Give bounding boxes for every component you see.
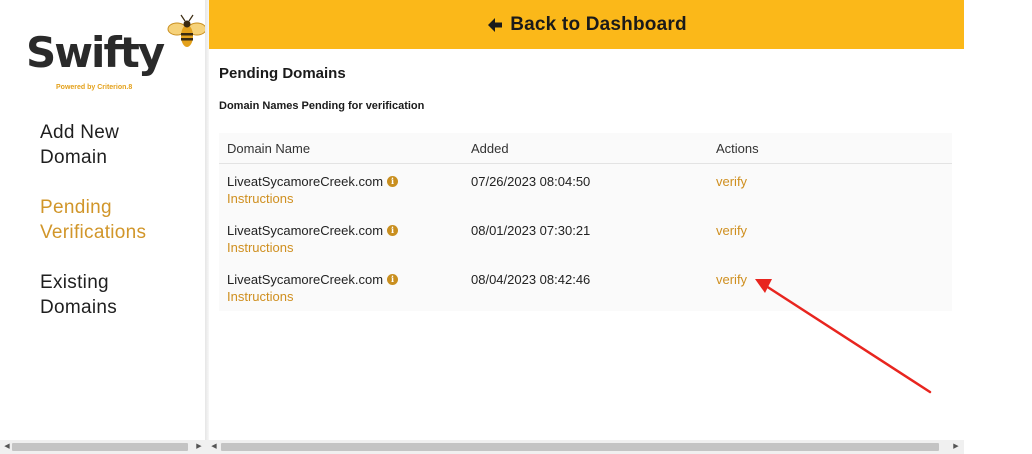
scrollbar-thumb[interactable] — [12, 443, 188, 451]
sidebar-item-pending-verifications[interactable]: Pending Verifications — [40, 195, 200, 245]
verify-link[interactable]: verify — [716, 174, 747, 189]
added-timestamp: 07/26/2023 08:04:50 — [471, 174, 591, 189]
info-icon[interactable]: i — [387, 274, 399, 285]
info-icon[interactable]: i — [387, 176, 399, 187]
sidebar-nav: Add New Domain Pending Verifications Exi… — [40, 120, 200, 345]
main-panel: Back to Dashboard Pending Domains Domain… — [209, 0, 964, 440]
swifty-logo[interactable]: Swifty Powered by Criterion.8 — [26, 14, 211, 96]
bee-icon — [167, 14, 207, 47]
page-title: Pending Domains — [219, 65, 346, 82]
table-row: LiveatSycamoreCreek.com i Instructions 0… — [219, 213, 952, 262]
logo-tagline: Powered by Criterion.8 — [56, 84, 133, 91]
page-subtitle: Domain Names Pending for verification — [219, 100, 425, 112]
pending-domains-table: Domain Name Added Actions LiveatSycamore… — [219, 133, 952, 311]
sidebar-item-add-new-domain[interactable]: Add New Domain — [40, 120, 200, 170]
table-header: Domain Name Added Actions — [219, 133, 952, 164]
domain-name: LiveatSycamoreCreek.com — [227, 223, 384, 238]
sidebar: Swifty Powered by Criterion.8 Add New Do… — [0, 0, 207, 440]
column-header-added: Added — [471, 141, 509, 156]
column-header-actions: Actions — [716, 141, 759, 156]
domain-name: LiveatSycamoreCreek.com — [227, 174, 384, 189]
column-header-domain-name: Domain Name — [227, 141, 311, 156]
sidebar-horizontal-scrollbar[interactable]: ◀ ▶ — [0, 440, 207, 454]
scroll-right-icon[interactable]: ▶ — [194, 442, 204, 452]
domain-name: LiveatSycamoreCreek.com — [227, 272, 384, 287]
table-row: LiveatSycamoreCreek.com i Instructions 0… — [219, 262, 952, 311]
scrollbar-thumb[interactable] — [221, 443, 939, 451]
instructions-link[interactable]: Instructions — [227, 240, 398, 255]
instructions-link[interactable]: Instructions — [227, 289, 398, 304]
back-to-dashboard-label: Back to Dashboard — [510, 13, 687, 35]
added-timestamp: 08/04/2023 08:42:46 — [471, 272, 591, 287]
instructions-link[interactable]: Instructions — [227, 191, 398, 206]
scroll-left-icon[interactable]: ◀ — [2, 442, 12, 452]
main-horizontal-scrollbar[interactable]: ◀ ▶ — [207, 440, 964, 454]
back-to-dashboard-button[interactable]: Back to Dashboard — [209, 0, 964, 49]
info-icon[interactable]: i — [387, 225, 399, 236]
logo-wordmark: Swifty — [26, 28, 165, 77]
added-timestamp: 08/01/2023 07:30:21 — [471, 223, 591, 238]
table-row: LiveatSycamoreCreek.com i Instructions 0… — [219, 164, 952, 213]
arrow-left-icon — [488, 17, 503, 32]
scroll-right-icon[interactable]: ▶ — [951, 442, 961, 452]
verify-link[interactable]: verify — [716, 272, 747, 287]
scroll-left-icon[interactable]: ◀ — [209, 442, 219, 452]
sidebar-item-existing-domains[interactable]: Existing Domains — [40, 270, 200, 320]
verify-link[interactable]: verify — [716, 223, 747, 238]
